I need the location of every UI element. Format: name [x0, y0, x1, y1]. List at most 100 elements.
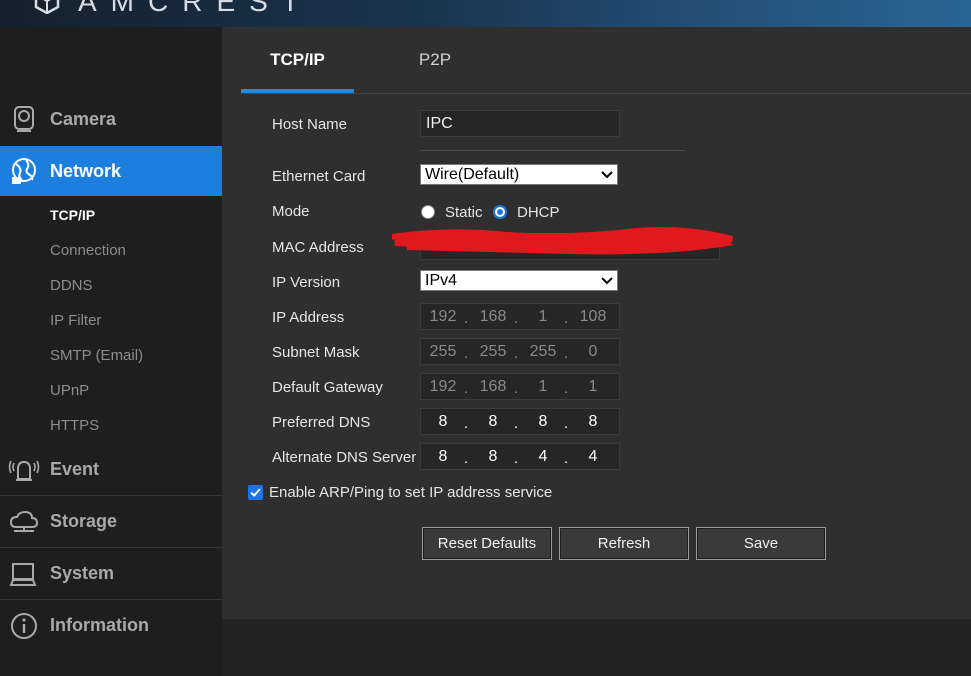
sidebar-item-storage[interactable]: Storage	[0, 495, 222, 547]
subnet-mask-label: Subnet Mask	[272, 344, 360, 361]
subnet-mask-input[interactable]: 255 . 255 . 255 . 0	[420, 338, 620, 365]
mac-address-label: MAC Address	[272, 239, 364, 256]
info-icon	[11, 612, 37, 639]
host-name-label: Host Name	[272, 116, 348, 133]
ip-version-label: IP Version	[272, 274, 341, 291]
submenu-item-ip-filter[interactable]: IP Filter	[50, 312, 101, 329]
octet-3: 4	[538, 448, 548, 465]
submenu-item-https[interactable]: HTTPS	[50, 417, 99, 434]
sidebar-item-label: Camera	[50, 108, 117, 129]
mode-label: Mode	[272, 203, 310, 220]
submenu-item-connection[interactable]: Connection	[50, 242, 126, 259]
octet-2: 168	[479, 378, 507, 395]
tabs-divider	[241, 93, 971, 94]
submenu-item-smtp[interactable]: SMTP (Email)	[50, 347, 143, 364]
preferred-dns-label: Preferred DNS	[272, 414, 371, 431]
default-gateway-input[interactable]: 192 . 168 . 1 . 1	[420, 373, 620, 400]
sidebar-item-label: Information	[50, 615, 149, 635]
octet-2: 8	[488, 413, 498, 430]
mode-static-label: Static	[445, 204, 483, 221]
octet-4: 108	[579, 308, 607, 325]
sidebar-item-label: Storage	[50, 511, 118, 531]
mode-static-radio[interactable]	[421, 205, 435, 219]
section-divider	[420, 150, 685, 151]
mode-dhcp-radio[interactable]	[493, 205, 507, 219]
chevron-down-icon	[601, 171, 613, 179]
octet-1: 192	[429, 308, 457, 325]
refresh-button[interactable]: Refresh	[559, 527, 689, 560]
octet-1: 8	[438, 413, 448, 430]
octet-3: 255	[529, 343, 557, 360]
sidebar-item-label: Event	[50, 458, 100, 479]
ethernet-card-label: Ethernet Card	[272, 168, 366, 185]
submenu-item-ddns[interactable]: DDNS	[50, 277, 93, 294]
camera-icon	[14, 106, 34, 132]
ip-address-label: IP Address	[272, 309, 345, 326]
alarm-event-icon	[8, 460, 40, 481]
ip-version-select[interactable]: IPv4	[420, 270, 618, 291]
octet-separator: .	[514, 380, 519, 397]
octet-2: 255	[479, 343, 507, 360]
redaction-scribble	[391, 227, 734, 255]
octet-separator: .	[564, 450, 569, 467]
octet-separator: .	[514, 310, 519, 327]
alternate-dns-label: Alternate DNS Server	[272, 449, 417, 466]
alternate-dns-input[interactable]: 8 . 8 . 4 . 4	[420, 443, 620, 470]
top-header-bar: AMCREST	[0, 0, 971, 27]
submenu-item-upnp[interactable]: UPnP	[50, 382, 89, 399]
octet-separator: .	[464, 450, 469, 467]
computer-icon	[9, 562, 37, 586]
octet-separator: .	[464, 380, 469, 397]
save-button[interactable]: Save	[696, 527, 826, 560]
octet-separator: .	[464, 415, 469, 432]
main-content: TCP/IP P2P Host Name IPC Ethernet Card W…	[222, 27, 971, 619]
default-gateway-label: Default Gateway	[272, 379, 383, 396]
octet-3: 1	[538, 378, 548, 395]
ethernet-card-value: Wire(Default)	[425, 166, 520, 183]
sidebar-item-event[interactable]: Event	[0, 443, 222, 495]
brand-logo-text: AMCREST	[78, 0, 313, 17]
sidebar: Camera Network TCP/IP Connection DDNS IP…	[0, 27, 234, 676]
sidebar-item-system[interactable]: System	[0, 547, 222, 599]
octet-4: 8	[588, 413, 598, 430]
ip-version-value: IPv4	[425, 272, 458, 289]
preferred-dns-input[interactable]: 8 . 8 . 8 . 8	[420, 408, 620, 435]
submenu-item-tcpip[interactable]: TCP/IP	[50, 207, 95, 223]
arp-ping-checkbox[interactable]	[248, 485, 263, 500]
sidebar-item-camera[interactable]: Camera	[0, 93, 222, 145]
cloud-storage-icon	[9, 510, 39, 532]
amcrest-cube-icon	[34, 0, 60, 14]
octet-4: 4	[588, 448, 598, 465]
ethernet-card-select[interactable]: Wire(Default)	[420, 164, 618, 185]
octet-4: 1	[588, 378, 598, 395]
octet-2: 168	[479, 308, 507, 325]
octet-separator: .	[514, 415, 519, 432]
octet-separator: .	[464, 345, 469, 362]
octet-2: 8	[488, 448, 498, 465]
ip-address-input[interactable]: 192 . 168 . 1 . 108	[420, 303, 620, 330]
reset-defaults-button[interactable]: Reset Defaults	[422, 527, 552, 560]
octet-1: 192	[429, 378, 457, 395]
octet-separator: .	[514, 450, 519, 467]
sidebar-item-network[interactable]: Network	[0, 146, 234, 196]
sidebar-item-label: Network	[50, 160, 122, 181]
octet-separator: .	[464, 310, 469, 327]
octet-separator: .	[564, 310, 569, 327]
octet-separator: .	[514, 345, 519, 362]
bottom-background	[222, 619, 971, 676]
mode-dhcp-label: DHCP	[517, 204, 560, 221]
tab-p2p[interactable]: P2P	[392, 27, 478, 93]
octet-4: 0	[588, 343, 598, 360]
host-name-value: IPC	[426, 115, 453, 132]
sidebar-item-information[interactable]: Information	[0, 599, 222, 651]
octet-separator: .	[564, 345, 569, 362]
checkmark-icon	[250, 488, 261, 497]
octet-1: 255	[429, 343, 457, 360]
tab-tcpip[interactable]: TCP/IP	[241, 27, 354, 93]
octet-3: 8	[538, 413, 548, 430]
octet-1: 8	[438, 448, 448, 465]
network-globe-icon	[12, 158, 36, 184]
arp-ping-label: Enable ARP/Ping to set IP address servic…	[269, 484, 553, 501]
sidebar-item-label: System	[50, 563, 115, 583]
octet-separator: .	[564, 380, 569, 397]
